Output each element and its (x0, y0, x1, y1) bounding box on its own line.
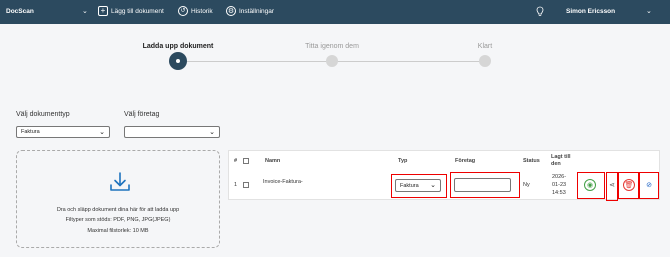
step-done-label: Klart (477, 43, 493, 50)
row-date-year: 2026- (552, 174, 567, 180)
user-name[interactable]: Simon Ericsson (566, 8, 615, 15)
progress-stepper: Ladda upp dokument Titta igenom dem Klar… (0, 38, 670, 78)
download-icon (109, 171, 131, 198)
chevron-down-icon: ⌄ (430, 182, 436, 189)
gear-icon: ⚙ (226, 6, 236, 16)
trash-icon[interactable]: 🗑 (623, 179, 635, 191)
upload-dropzone[interactable]: Dra och släpp dokument dina här för att … (16, 150, 220, 248)
plus-square-icon: + (98, 6, 108, 16)
chevron-down-icon: ⌄ (209, 129, 215, 136)
col-header-num: # (234, 158, 238, 164)
row-company-input[interactable] (454, 178, 511, 192)
step-done-dot (479, 55, 491, 67)
step-upload-dot (169, 52, 187, 70)
row-time: 14:53 (552, 190, 566, 196)
col-header-status: Status (523, 158, 540, 164)
nav-history-label: Historik (191, 7, 213, 15)
row-status: Ny (523, 182, 530, 188)
chevron-down-icon[interactable]: ⌄ (646, 7, 652, 15)
doc-type-select[interactable]: Faktura ⌄ (16, 126, 110, 138)
row-type-select[interactable]: Faktura ⌄ (395, 179, 441, 192)
nav-settings[interactable]: ⚙ Inställningar (226, 6, 274, 16)
col-header-company: Företag (455, 158, 476, 164)
nav-add-document[interactable]: + Lägg till dokument (98, 6, 164, 16)
col-header-name: Namn (265, 158, 281, 164)
nav-settings-label: Inställningar (239, 7, 275, 15)
step-upload-label: Ladda upp dokument (142, 43, 214, 50)
brand-logo[interactable]: DocScan (6, 8, 34, 15)
row-name[interactable]: Invoice-Faktura- (263, 179, 303, 185)
step-review-label: Titta igenom dem (305, 43, 359, 50)
col-header-type: Typ (398, 158, 408, 164)
row-date-day: 01-23 (552, 182, 567, 188)
col-header-added: Lagt till den (551, 154, 571, 167)
paperclip-icon[interactable]: ⊘ (643, 179, 655, 191)
select-all-checkbox[interactable] (243, 158, 249, 164)
doc-type-value: Faktura (21, 129, 40, 135)
top-bar: DocScan ⌄ + Lägg till dokument ↺ Histori… (0, 0, 670, 24)
company-label: Välj företag (124, 111, 160, 118)
row-num: 1 (234, 182, 238, 188)
history-icon: ↺ (178, 6, 188, 16)
row-type-value: Faktura (400, 182, 419, 189)
dropzone-instruction: Dra och släpp dokument dina här för att … (56, 207, 180, 213)
step-review-dot (326, 55, 338, 67)
chevron-down-icon[interactable]: ⌄ (82, 7, 88, 15)
row-checkbox[interactable] (243, 182, 249, 188)
share-icon[interactable]: ⋖ (606, 179, 618, 191)
dropzone-maxsize: Maximal filstorlek: 10 MB (87, 228, 149, 234)
chevron-down-icon: ⌄ (99, 129, 105, 136)
documents-table: # Namn Typ Företag Status Lagt till den … (228, 150, 660, 201)
dropzone-filetypes: Filtyper som stöds: PDF, PNG, JPG(JPEG) (65, 217, 171, 223)
doc-type-label: Välj dokumenttyp (16, 111, 70, 118)
eye-icon[interactable]: ◉ (584, 179, 596, 191)
company-select[interactable]: ⌄ (124, 126, 220, 138)
lightbulb-icon[interactable] (536, 6, 544, 20)
nav-add-document-label: Lägg till dokument (111, 7, 164, 15)
nav-history[interactable]: ↺ Historik (178, 6, 213, 16)
